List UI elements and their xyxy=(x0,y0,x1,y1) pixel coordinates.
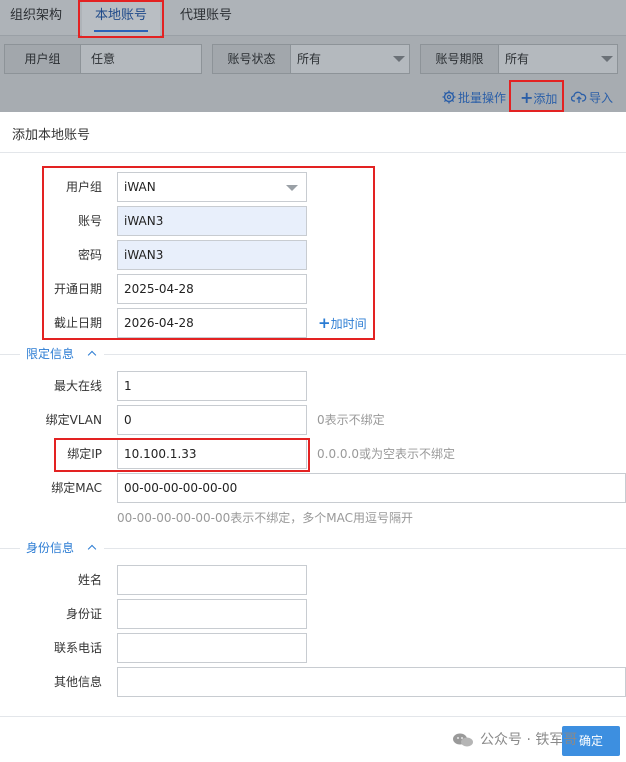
bind-vlan-row: 绑定VLAN 0 0表示不绑定 xyxy=(0,405,626,435)
identity-section-title: 身份信息 xyxy=(26,541,75,555)
bind-vlan-label: 绑定VLAN xyxy=(45,413,102,427)
phone-label: 联系电话 xyxy=(53,641,102,655)
gear-icon xyxy=(442,90,456,104)
name-label: 姓名 xyxy=(77,573,102,587)
bind-vlan-hint: 0表示不绑定 xyxy=(317,413,385,427)
account-status-filter[interactable]: 账号状态 所有 xyxy=(212,44,410,74)
import-label: 导入 xyxy=(589,91,614,105)
id-card-label: 身份证 xyxy=(65,607,102,621)
account-expiry-filter[interactable]: 账号期限 所有 xyxy=(420,44,618,74)
max-online-label: 最大在线 xyxy=(53,379,102,393)
divider xyxy=(0,354,20,355)
identity-section-header[interactable]: 身份信息 xyxy=(0,538,626,558)
name-input[interactable] xyxy=(117,565,307,595)
bind-ip-hint: 0.0.0.0或为空表示不绑定 xyxy=(317,447,455,461)
chevron-up-icon xyxy=(87,350,97,360)
account-expiry-filter-label: 账号期限 xyxy=(421,45,499,73)
id-card-input[interactable] xyxy=(117,599,307,629)
bind-mac-input[interactable]: 00-00-00-00-00-00 xyxy=(117,473,626,503)
user-group-filter-label: 用户组 xyxy=(5,45,81,73)
bind-mac-label: 绑定MAC xyxy=(51,481,102,495)
other-info-row: 其他信息 xyxy=(0,667,626,697)
max-online-input[interactable]: 1 xyxy=(117,371,307,401)
chevron-down-icon xyxy=(601,56,613,62)
highlight-box xyxy=(54,438,310,472)
user-group-filter[interactable]: 用户组 任意 xyxy=(4,44,202,74)
divider xyxy=(104,548,626,549)
bind-mac-hint: 00-00-00-00-00-00表示不绑定，多个MAC用逗号隔开 xyxy=(117,511,413,525)
tab-org-structure[interactable]: 组织架构 xyxy=(10,0,62,36)
phone-row: 联系电话 xyxy=(0,633,626,663)
batch-operation-label: 批量操作 xyxy=(458,91,507,105)
add-account-dialog: 添加本地账号 用户组 iWAN 账号 iWAN3 密码 iWAN3 开通日期 2… xyxy=(0,112,626,762)
other-info-input[interactable] xyxy=(117,667,626,697)
dialog-title: 添加本地账号 xyxy=(12,128,91,143)
watermark-text: 公众号 · 铁军哥 xyxy=(480,732,578,748)
filter-bar: 用户组 任意 账号状态 所有 账号期限 所有 xyxy=(0,44,626,74)
wechat-icon xyxy=(453,733,473,747)
account-status-filter-value: 所有 xyxy=(297,52,322,66)
bind-mac-row: 绑定MAC 00-00-00-00-00-00 xyxy=(0,473,626,503)
account-expiry-filter-value: 所有 xyxy=(505,52,530,66)
max-online-row: 最大在线 1 xyxy=(0,371,626,401)
bind-vlan-input[interactable]: 0 xyxy=(117,405,307,435)
highlight-box xyxy=(509,80,564,112)
batch-operation-button[interactable]: 批量操作 xyxy=(442,86,506,110)
chevron-up-icon xyxy=(87,544,97,554)
highlight-box xyxy=(78,0,164,38)
limits-section-title: 限定信息 xyxy=(26,347,75,361)
name-row: 姓名 xyxy=(0,565,626,595)
phone-input[interactable] xyxy=(117,633,307,663)
tab-proxy-accounts[interactable]: 代理账号 xyxy=(180,0,232,36)
user-group-filter-value: 任意 xyxy=(91,52,116,66)
divider xyxy=(0,152,626,153)
divider xyxy=(0,548,20,549)
id-card-row: 身份证 xyxy=(0,599,626,629)
account-status-filter-label: 账号状态 xyxy=(213,45,291,73)
divider xyxy=(104,354,626,355)
import-button[interactable]: 导入 xyxy=(570,86,614,110)
cloud-upload-icon xyxy=(570,91,587,103)
highlight-box xyxy=(42,166,375,340)
chevron-down-icon xyxy=(393,56,405,62)
limits-section-header[interactable]: 限定信息 xyxy=(0,344,626,364)
divider xyxy=(0,716,626,717)
other-info-label: 其他信息 xyxy=(53,675,102,689)
